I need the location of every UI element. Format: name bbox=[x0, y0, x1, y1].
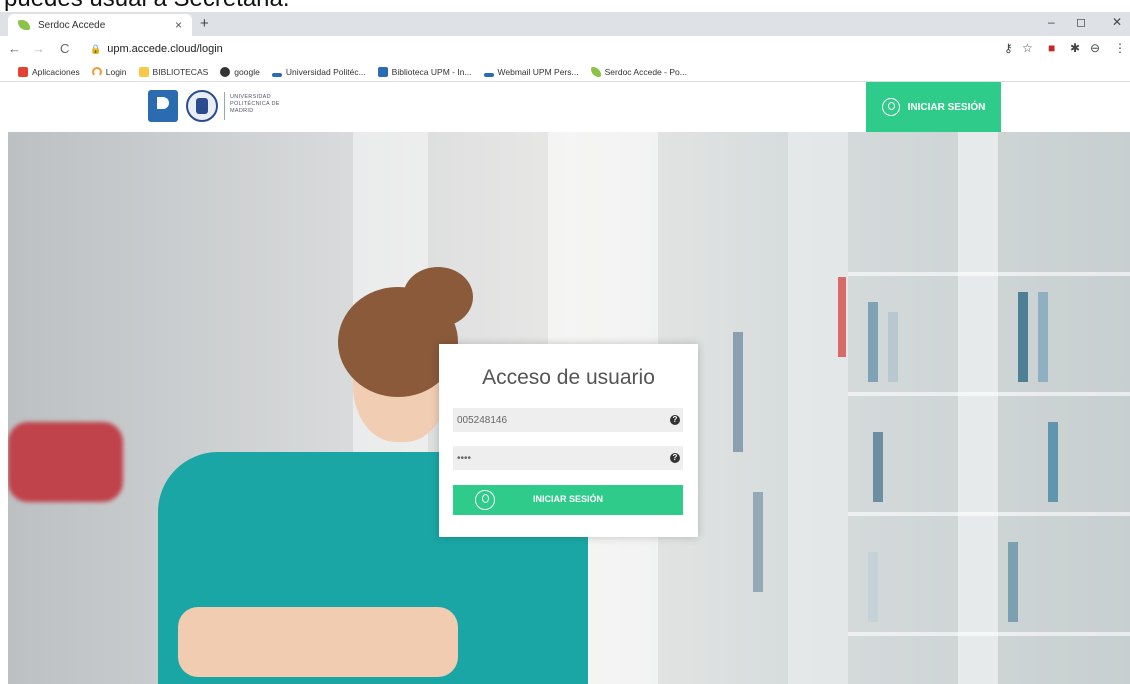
arm bbox=[178, 607, 458, 677]
bookmark-upm[interactable]: Universidad Politéc... bbox=[271, 67, 366, 77]
tab-close-icon[interactable]: × bbox=[175, 18, 182, 32]
puzzle-icon[interactable]: ✱ bbox=[1070, 41, 1080, 55]
password-input[interactable] bbox=[453, 446, 683, 470]
address-bar-row: ← → C 🔒 upm.accede.cloud/login ⚷ ☆ ■ ✱ ⊖… bbox=[0, 36, 1130, 62]
tab-title: Serdoc Accede bbox=[38, 19, 106, 31]
browser-tab[interactable]: Serdoc Accede × bbox=[8, 14, 192, 36]
shelf bbox=[848, 632, 1130, 636]
bookmark-aplicaciones[interactable]: Aplicaciones bbox=[18, 66, 80, 77]
login-card: Acceso de usuario ? ? INICIAR SESIÓN bbox=[439, 344, 698, 537]
document-text-cutoff: puedes usual a Secretaria. bbox=[0, 0, 1130, 12]
shelf bbox=[848, 392, 1130, 396]
book bbox=[868, 552, 878, 622]
apps-grid-icon bbox=[18, 66, 28, 77]
header-login-label: INICIAR SESIÓN bbox=[907, 101, 986, 113]
key-icon[interactable]: ⚷ bbox=[1004, 41, 1013, 55]
book bbox=[838, 277, 846, 357]
username-help-icon[interactable]: ? bbox=[670, 415, 680, 425]
forward-icon[interactable]: → bbox=[32, 41, 45, 56]
bookmarks-bar: Aplicaciones Login BIBLIOTECAS google Un… bbox=[0, 62, 1130, 82]
upload-icon bbox=[271, 72, 282, 77]
library-logo[interactable] bbox=[148, 90, 178, 122]
upload-icon bbox=[483, 72, 494, 77]
window-close-icon[interactable]: ✕ bbox=[1112, 15, 1122, 29]
book bbox=[1048, 422, 1058, 502]
folder-icon bbox=[138, 66, 149, 77]
shelf bbox=[848, 272, 1130, 276]
profile-icon[interactable]: ⊖ bbox=[1090, 41, 1100, 55]
star-icon[interactable]: ☆ bbox=[1022, 41, 1033, 55]
book bbox=[1008, 542, 1018, 622]
bookmark-bibliotecas[interactable]: BIBLIOTECAS bbox=[138, 66, 208, 77]
reload-icon[interactable]: C bbox=[60, 41, 69, 56]
university-seal-logo bbox=[186, 90, 218, 122]
logo-divider bbox=[224, 92, 225, 120]
book bbox=[1018, 292, 1028, 382]
pillar bbox=[788, 132, 848, 684]
bookmark-serdoc[interactable]: Serdoc Accede - Po... bbox=[590, 66, 687, 77]
lock-icon: 🔒 bbox=[90, 43, 102, 54]
globe-icon bbox=[220, 66, 231, 77]
university-name: UNIVERSIDAD POLITÉCNICA DE MADRID bbox=[230, 94, 280, 114]
hair-bun bbox=[403, 267, 473, 327]
pdf-extension-icon[interactable]: ■ bbox=[1048, 41, 1055, 55]
minimize-icon[interactable]: – bbox=[1048, 15, 1055, 29]
header-login-button[interactable]: INICIAR SESIÓN bbox=[866, 82, 1001, 132]
pillar bbox=[958, 132, 998, 684]
login-submit-label: INICIAR SESIÓN bbox=[532, 494, 603, 504]
book bbox=[733, 332, 743, 452]
bookmark-google[interactable]: google bbox=[220, 66, 260, 77]
book-icon bbox=[377, 66, 388, 77]
bookmark-login[interactable]: Login bbox=[91, 66, 127, 77]
browser-tabbar: Serdoc Accede × + – ◻ ✕ bbox=[0, 12, 1130, 36]
book bbox=[868, 302, 878, 382]
username-input[interactable] bbox=[453, 408, 683, 432]
book bbox=[888, 312, 898, 382]
login-title: Acceso de usuario bbox=[482, 366, 655, 389]
bookmark-biblioteca-upm[interactable]: Biblioteca UPM - In... bbox=[377, 66, 472, 77]
book bbox=[873, 432, 883, 502]
leaf-favicon-icon bbox=[18, 20, 30, 30]
password-help-icon[interactable]: ? bbox=[670, 453, 680, 463]
shelf bbox=[848, 512, 1130, 516]
new-tab-button[interactable]: + bbox=[200, 15, 209, 32]
url-input[interactable]: 🔒 upm.accede.cloud/login bbox=[90, 40, 990, 58]
back-icon[interactable]: ← bbox=[8, 41, 21, 56]
book bbox=[753, 492, 763, 592]
book bbox=[1038, 292, 1048, 382]
url-text: upm.accede.cloud/login bbox=[107, 43, 223, 55]
background-person bbox=[8, 422, 123, 502]
maximize-icon[interactable]: ◻ bbox=[1076, 15, 1086, 29]
login-arc-icon bbox=[91, 66, 102, 77]
login-submit-button[interactable]: INICIAR SESIÓN bbox=[453, 485, 683, 515]
site-header: UNIVERSIDAD POLITÉCNICA DE MADRID INICIA… bbox=[8, 82, 1130, 132]
user-icon bbox=[881, 98, 900, 116]
menu-icon[interactable]: ⋮ bbox=[1114, 41, 1126, 55]
leaf-icon bbox=[590, 66, 601, 77]
bookmark-webmail[interactable]: Webmail UPM Pers... bbox=[483, 67, 579, 77]
